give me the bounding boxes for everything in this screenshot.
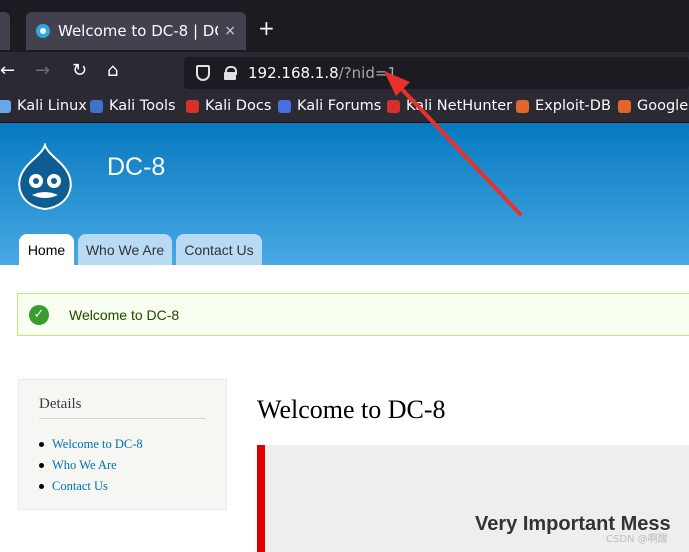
site-header: DC-8 Home Who We Are Contact Us — [0, 123, 689, 265]
site-name[interactable]: DC-8 — [107, 153, 165, 182]
sidebar-link-who-we-are[interactable]: Who We Are — [39, 455, 143, 476]
sidebar-link-label[interactable]: Welcome to DC-8 — [52, 437, 143, 452]
previous-tab-edge[interactable] — [0, 12, 10, 50]
bookmark-kali-linux[interactable]: Kali Linux — [0, 98, 87, 114]
sidebar-link-list: Welcome to DC-8 Who We Are Contact Us — [39, 434, 143, 497]
google-hacking-icon — [618, 99, 631, 113]
kali-dragon-icon — [0, 99, 11, 113]
page-title: Welcome to DC-8 — [257, 395, 446, 424]
sidebar-link-welcome[interactable]: Welcome to DC-8 — [39, 434, 143, 455]
bookmark-kali-forums[interactable]: Kali Forums — [278, 98, 381, 114]
forward-button[interactable]: → — [35, 60, 50, 82]
bullet-icon — [39, 484, 44, 489]
menu-tab-contact-us[interactable]: Contact Us — [176, 234, 262, 265]
home-button[interactable]: ⌂ — [107, 60, 118, 82]
bookmark-label: Kali Docs — [205, 98, 272, 114]
bookmark-kali-nethunter[interactable]: Kali NetHunter — [387, 98, 512, 114]
sidebar-link-label[interactable]: Who We Are — [52, 458, 117, 473]
kali-tools-icon — [90, 99, 103, 113]
sidebar-link-label[interactable]: Contact Us — [52, 479, 108, 494]
tab-strip: Welcome to DC-8 | DC-8 × + — [0, 0, 689, 52]
url-host: 192.168.1.8 — [248, 64, 339, 82]
drupal-favicon-icon — [36, 24, 50, 38]
bullet-icon — [39, 442, 44, 447]
reload-button[interactable]: ↻ — [72, 60, 87, 82]
sidebar-divider — [39, 418, 206, 419]
menu-tab-home[interactable]: Home — [19, 234, 74, 265]
bookmark-label: Kali Linux — [17, 98, 87, 114]
url-path: /?nid=1 — [338, 64, 397, 82]
nethunter-icon — [387, 99, 400, 113]
sidebar-title: Details — [39, 396, 82, 412]
bookmarks-toolbar: Kali Linux Kali Tools Kali Docs Kali For… — [0, 92, 689, 123]
tracking-protection-icon[interactable] — [196, 65, 210, 81]
url-text[interactable]: 192.168.1.8/?nid=1 — [248, 64, 397, 82]
bookmark-kali-tools[interactable]: Kali Tools — [90, 98, 176, 114]
bookmark-label: Google — [637, 98, 689, 114]
back-button[interactable]: ← — [0, 60, 15, 82]
drupal-logo-icon[interactable] — [14, 143, 76, 211]
close-tab-icon[interactable]: × — [224, 23, 236, 39]
page-content: ✓ Welcome to DC-8 Details Welcome to DC-… — [0, 265, 689, 552]
bookmark-exploit-db[interactable]: Exploit-DB — [516, 98, 611, 114]
check-icon: ✓ — [29, 304, 49, 325]
new-tab-button[interactable]: + — [258, 18, 275, 38]
status-message: ✓ Welcome to DC-8 — [17, 293, 689, 336]
sidebar-link-contact-us[interactable]: Contact Us — [39, 476, 143, 497]
insecure-lock-icon[interactable] — [224, 66, 237, 80]
watermark: CSDN @啊醒 — [606, 534, 668, 545]
kali-docs-icon — [186, 99, 199, 113]
bookmark-label: Kali Forums — [297, 98, 382, 114]
address-bar[interactable]: 192.168.1.8/?nid=1 — [184, 57, 689, 89]
bookmark-google[interactable]: Google — [618, 98, 688, 114]
sidebar-details-block: Details Welcome to DC-8 Who We Are Conta… — [18, 379, 227, 510]
bookmark-label: Kali Tools — [109, 98, 176, 114]
bullet-icon — [39, 463, 44, 468]
tab-title: Welcome to DC-8 | DC-8 — [58, 22, 218, 40]
exploit-db-icon — [516, 99, 529, 113]
bookmark-label: Kali NetHunter — [406, 98, 513, 114]
kali-forums-icon — [278, 99, 291, 113]
bookmark-label: Exploit-DB — [535, 98, 611, 114]
bookmark-kali-docs[interactable]: Kali Docs — [186, 98, 271, 114]
browser-tab[interactable]: Welcome to DC-8 | DC-8 × — [26, 12, 246, 50]
status-message-text: Welcome to DC-8 — [69, 306, 180, 323]
menu-tab-who-we-are[interactable]: Who We Are — [78, 234, 172, 265]
